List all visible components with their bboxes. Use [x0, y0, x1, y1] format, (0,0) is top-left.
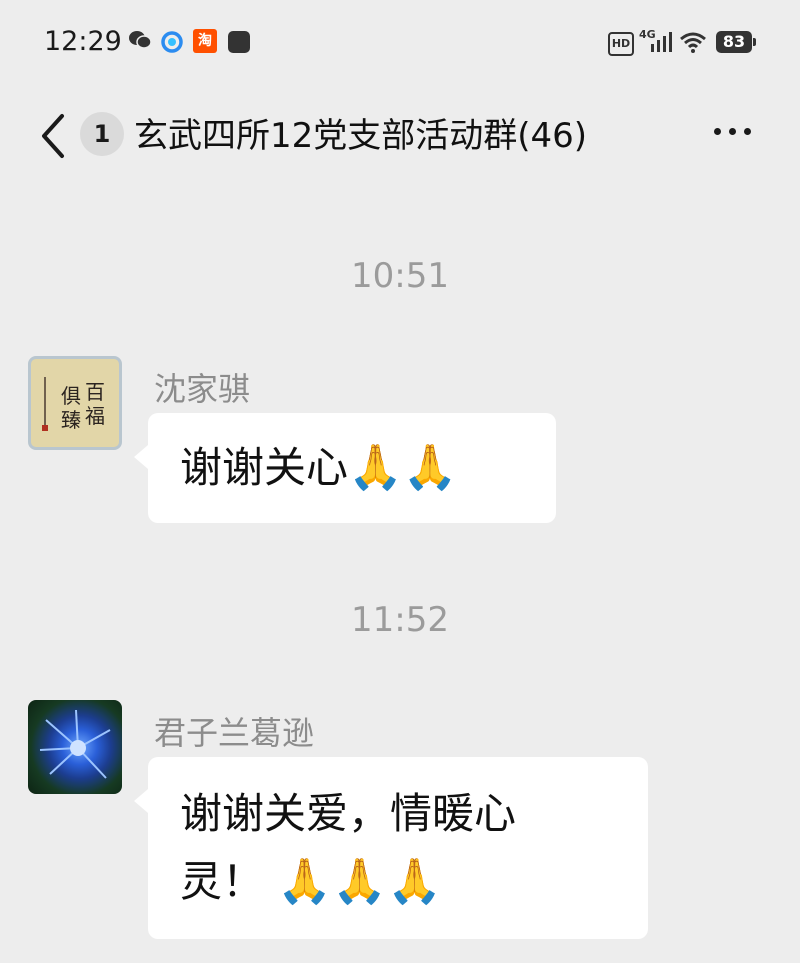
wifi-icon: [680, 32, 706, 53]
status-time: 12:29: [44, 26, 122, 57]
unread-count-badge: 1: [80, 112, 124, 156]
emoji-pray: 🙏🙏🙏: [277, 856, 442, 907]
calligraphy-char: 臻: [61, 408, 81, 432]
shopping-bag-icon: [228, 31, 250, 53]
sender-name: 沈家骐: [154, 370, 251, 408]
flower-avatar-image: [39, 709, 111, 779]
chat-title: 玄武四所12党支部活动群(46): [134, 116, 588, 156]
message-bubble[interactable]: 谢谢关心🙏🙏: [134, 413, 556, 523]
more-dots-icon[interactable]: [708, 116, 758, 146]
qq-browser-icon: [161, 31, 183, 53]
status-bar: 12:29 淘 HD 4G 83: [0, 0, 800, 88]
battery-icon: 83: [716, 31, 756, 53]
message-text-line: 灵！: [180, 857, 265, 906]
signal-icon: [651, 32, 672, 52]
chat-header: 1 玄武四所12党支部活动群(46): [0, 88, 800, 184]
message-text-line: 谢谢关爱，情暖心: [180, 789, 517, 838]
time-divider: 10:51: [351, 256, 449, 296]
chat-screen: 12:29 淘 HD 4G 83 1 玄武四所12党支部活动群(46) 10:5…: [0, 0, 800, 963]
emoji-pray: 🙏🙏: [348, 442, 458, 493]
chevron-left-icon[interactable]: [36, 108, 76, 164]
wechat-icon: [129, 31, 152, 49]
taobao-icon: 淘: [193, 29, 217, 53]
message-text: 谢谢关心: [180, 443, 349, 492]
avatar[interactable]: 百 福 俱 臻: [28, 356, 122, 450]
sender-name: 君子兰葛逊: [154, 714, 315, 752]
calligraphy-char: 俱: [61, 384, 81, 408]
calligraphy-char: 福: [85, 404, 105, 428]
time-divider: 11:52: [351, 600, 449, 640]
avatar[interactable]: [28, 700, 122, 794]
calligraphy-avatar-image: 百 福 俱 臻: [42, 377, 105, 432]
calligraphy-char: 百: [85, 380, 105, 404]
message-bubble[interactable]: 谢谢关爱，情暖心 灵！ 🙏🙏🙏: [134, 757, 648, 939]
hd-icon: HD: [608, 32, 634, 56]
